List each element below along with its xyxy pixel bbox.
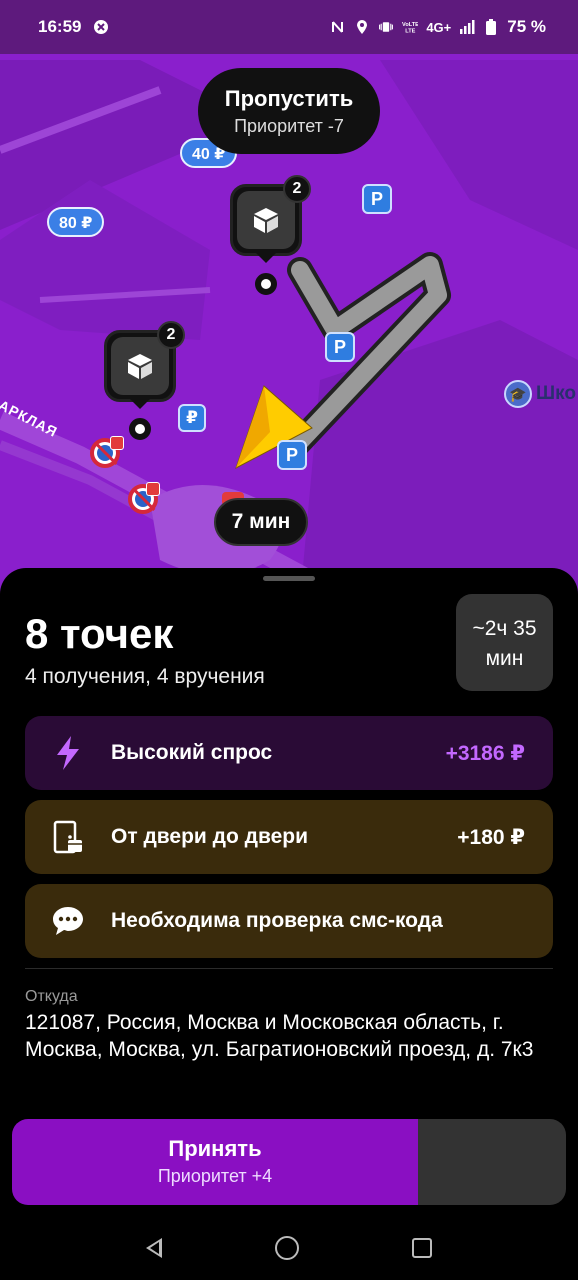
location-dot	[129, 418, 151, 440]
signal-icon	[460, 20, 475, 34]
divider	[25, 968, 553, 969]
skip-priority: Приоритет -7	[234, 116, 344, 136]
package-icon	[254, 208, 278, 233]
accept-priority: Приоритет +4	[157, 1166, 273, 1186]
paid-parking-icon[interactable]: ₽	[178, 404, 206, 432]
status-bar: 16:59 VoLTE LTE 4G+ 75 %	[0, 0, 578, 54]
location-icon	[357, 20, 368, 34]
back-icon[interactable]	[146, 1238, 163, 1258]
card-label: От двери до двери	[111, 825, 309, 848]
marker-count-badge: 2	[157, 321, 185, 349]
door-box-icon	[51, 820, 85, 854]
card-label: Необходима проверка смс-кода	[111, 909, 443, 932]
card-value: +180 ₽	[457, 825, 525, 849]
parking-icon[interactable]: P	[277, 440, 307, 470]
duration-badge: ~2ч 35 мин	[456, 594, 553, 691]
pickup-marker[interactable]: 2	[230, 175, 311, 263]
duration-minutes: мин	[485, 647, 524, 670]
vibrate-icon	[379, 22, 394, 32]
battery-icon	[486, 19, 497, 35]
order-subtitle: 4 получения, 4 вручения	[25, 665, 265, 688]
sheet-handle[interactable]	[263, 576, 315, 581]
nfc-icon	[332, 21, 344, 33]
status-time: 16:59	[38, 17, 82, 36]
sms-check-card[interactable]: Необходима проверка смс-кода	[25, 884, 553, 958]
door-to-door-card[interactable]: От двери до двери +180 ₽	[25, 800, 553, 874]
parking-icon[interactable]: P	[362, 184, 392, 214]
battery-level: 75 %	[507, 17, 546, 36]
lightning-icon	[51, 736, 85, 770]
card-value: +3186 ₽	[445, 741, 525, 765]
accept-button[interactable]: Принять Приоритет +4	[12, 1119, 418, 1205]
camera-icon	[110, 436, 124, 450]
from-address: 121087, Россия, Москва и Московская обла…	[25, 1011, 534, 1061]
package-icon	[128, 354, 152, 379]
svg-text:LTE: LTE	[406, 29, 416, 35]
eta-badge: 7 мин	[214, 498, 308, 546]
parking-icon[interactable]: P	[325, 332, 355, 362]
chat-bubble-icon	[51, 904, 85, 938]
card-label: Высокий спрос	[111, 741, 273, 764]
network-type: 4G+	[426, 19, 452, 35]
system-nav-bar	[0, 1216, 578, 1280]
order-sheet: 8 точек 4 получения, 4 вручения ~2ч 35 м…	[0, 568, 578, 1280]
secondary-action-button[interactable]	[418, 1119, 566, 1205]
skip-button[interactable]: Пропустить Приоритет -7	[198, 68, 380, 154]
app-notification-icon	[94, 20, 109, 34]
pickup-marker[interactable]: 2	[104, 321, 185, 409]
order-title: 8 точек	[25, 610, 174, 657]
marker-count-badge: 2	[283, 175, 311, 203]
high-demand-card[interactable]: Высокий спрос +3186 ₽	[25, 716, 553, 790]
volte-icon: VoLTELTE	[402, 22, 418, 35]
skip-label: Пропустить	[224, 86, 354, 111]
duration-hours: ~2ч 35	[472, 617, 537, 640]
accept-label: Принять	[168, 1136, 262, 1161]
from-label: Откуда	[25, 988, 78, 1005]
svg-text:VoLTE: VoLTE	[402, 22, 418, 28]
recents-icon[interactable]	[411, 1238, 432, 1258]
home-icon[interactable]	[274, 1236, 299, 1260]
location-dot	[255, 273, 277, 295]
camera-icon	[146, 482, 160, 496]
parking-price-tag[interactable]: 80 ₽	[47, 207, 105, 237]
school-icon[interactable]: 🎓	[504, 380, 532, 408]
poi-label[interactable]: Шко	[536, 383, 576, 405]
